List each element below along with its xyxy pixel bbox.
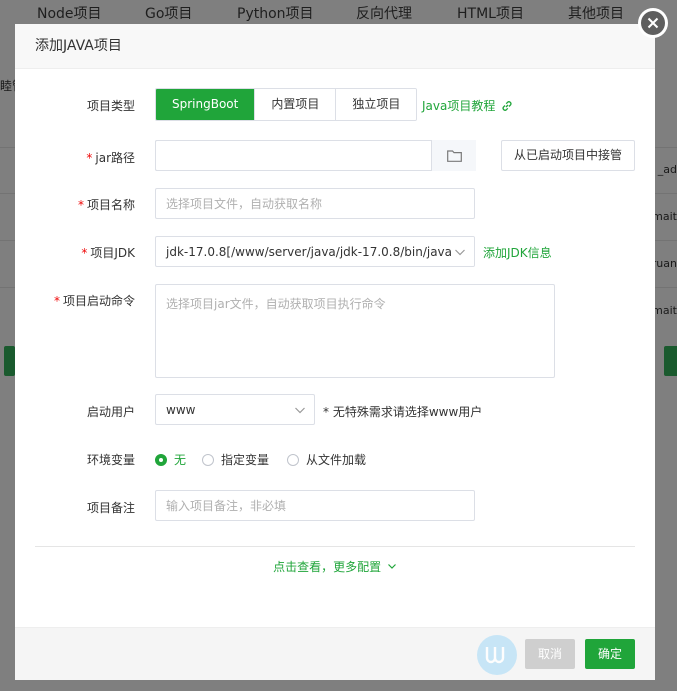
folder-icon <box>446 149 462 162</box>
add-java-project-dialog: 添加JAVA项目 项目类型 SpringBoot 内置项目 独立项目 Java项… <box>15 24 655 680</box>
java-tutorial-link[interactable]: Java项目教程 <box>422 97 514 114</box>
jar-path-label-text: jar路径 <box>95 151 135 165</box>
run-user-hint: * 无特殊需求请选择www用户 <box>323 405 483 419</box>
project-jdk-label-text: 项目JDK <box>90 246 135 260</box>
env-vars-none-label: 无 <box>174 453 187 467</box>
background-row-fragment: _ad <box>657 163 677 176</box>
java-tutorial-link-text: Java项目教程 <box>422 99 496 113</box>
radio-dot <box>287 453 299 466</box>
env-vars-label: 环境变量 <box>86 453 135 467</box>
chevron-down-icon <box>295 407 305 414</box>
required-mark: * <box>86 151 93 165</box>
remark-label: 项目备注 <box>86 501 135 515</box>
start-command-label: * 项目启动命令 <box>15 292 135 309</box>
start-command-label-text: 项目启动命令 <box>62 294 135 308</box>
jar-path-field <box>155 140 476 171</box>
project-type-builtin[interactable]: 内置项目 <box>255 89 337 120</box>
start-command-textarea[interactable] <box>155 284 555 378</box>
project-name-label: * 项目名称 <box>15 196 135 213</box>
background-row-fragment: mait <box>652 304 677 317</box>
radio-dot <box>202 453 214 466</box>
dialog-footer: 取消 确定 <box>15 627 655 680</box>
env-vars-specify-radio[interactable]: 指定变量 <box>202 451 269 468</box>
section-divider <box>35 546 635 547</box>
background-tab-other[interactable]: 其他项目 <box>568 3 624 23</box>
browse-folder-button[interactable] <box>431 140 476 171</box>
confirm-button[interactable]: 确定 <box>585 639 635 669</box>
run-user-select[interactable]: www <box>155 394 315 425</box>
remark-input[interactable] <box>155 490 475 521</box>
close-dialog-button[interactable] <box>638 8 668 38</box>
chevron-down-icon <box>387 564 396 569</box>
project-type-label: 项目类型 <box>86 99 135 113</box>
run-user-value: www <box>166 403 196 417</box>
link-icon <box>502 100 512 111</box>
watermark-logo-icon <box>477 635 517 675</box>
project-name-input[interactable] <box>155 188 475 219</box>
background-tab-html[interactable]: HTML项目 <box>457 3 524 23</box>
run-user-label: 启动用户 <box>86 405 135 419</box>
project-jdk-label: * 项目JDK <box>15 244 135 261</box>
env-vars-none-radio[interactable]: 无 <box>155 451 186 468</box>
chevron-down-icon <box>455 249 465 256</box>
required-mark: * <box>53 294 60 308</box>
required-mark: * <box>77 198 84 212</box>
dialog-title: 添加JAVA项目 <box>15 24 655 69</box>
takeover-running-project-button[interactable]: 从已启动项目中接管 <box>501 140 635 171</box>
project-jdk-select[interactable]: jdk-17.0.8[/www/server/java/jdk-17.0.8/b… <box>155 236 475 267</box>
more-config-text: 点击查看，更多配置 <box>273 560 382 574</box>
background-row-fragment: ruan <box>651 257 677 270</box>
background-row-fragment: mait <box>652 210 677 223</box>
project-name-label-text: 项目名称 <box>86 198 135 212</box>
project-type-springboot[interactable]: SpringBoot <box>156 89 256 120</box>
background-button <box>664 346 677 376</box>
background-tab-go[interactable]: Go项目 <box>145 3 192 23</box>
jar-path-label: * jar路径 <box>15 149 135 166</box>
env-vars-file-radio[interactable]: 从文件加载 <box>287 451 366 468</box>
project-jdk-value: jdk-17.0.8[/www/server/java/jdk-17.0.8/b… <box>166 245 457 259</box>
env-vars-file-label: 从文件加载 <box>306 453 367 467</box>
background-tab-node[interactable]: Node项目 <box>37 3 102 23</box>
jar-path-input[interactable] <box>155 140 432 171</box>
background-button <box>4 346 15 376</box>
background-tab-proxy[interactable]: 反向代理 <box>356 3 412 23</box>
project-type-selector: SpringBoot 内置项目 独立项目 <box>155 88 418 121</box>
watermark-glyph <box>485 647 505 664</box>
project-type-standalone[interactable]: 独立项目 <box>336 89 417 120</box>
close-icon <box>641 11 665 35</box>
required-mark: * <box>81 246 88 260</box>
radio-dot <box>155 453 167 466</box>
background-tab-python[interactable]: Python项目 <box>237 3 314 23</box>
env-vars-specify-label: 指定变量 <box>221 453 270 467</box>
more-config-toggle[interactable]: 点击查看，更多配置 <box>15 558 655 575</box>
cancel-button[interactable]: 取消 <box>525 639 575 669</box>
add-jdk-link[interactable]: 添加JDK信息 <box>483 244 552 261</box>
background-tab-bar: Node项目 Go项目 Python项目 反向代理 HTML项目 其他项目 <box>0 0 677 24</box>
